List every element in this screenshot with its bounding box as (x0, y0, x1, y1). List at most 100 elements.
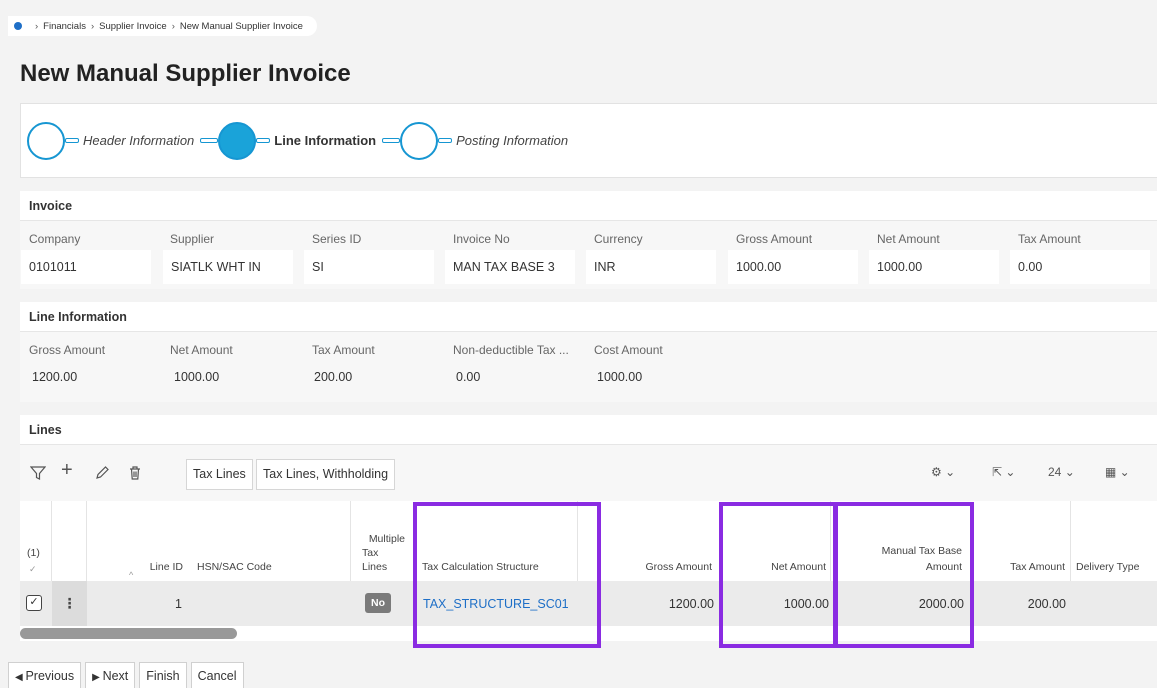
li-non-deductible-tax-value: 0.00 (456, 370, 481, 384)
selected-count: (1) (27, 547, 40, 559)
breadcrumb-financials[interactable]: Financials (43, 21, 86, 32)
step-circle-icon (27, 121, 65, 160)
li-net-amount-label: Net Amount (170, 343, 233, 357)
invoice-fields: Company 0101011 Supplier SIATLK WHT IN S… (20, 221, 1157, 289)
tax-lines-button[interactable]: Tax Lines (186, 459, 253, 490)
step-line-information[interactable]: Line Information (200, 121, 382, 160)
finish-button[interactable]: Finish (139, 662, 187, 688)
series-id-label: Series ID (312, 232, 362, 246)
li-net-amount-value: 1000.00 (174, 370, 220, 384)
page-size-select[interactable]: 24 ⌄ (1048, 465, 1075, 479)
company-label: Company (29, 232, 81, 246)
page-title: New Manual Supplier Invoice (20, 60, 351, 87)
li-gross-amount-value: 1200.00 (32, 370, 78, 384)
previous-button[interactable]: ◀ Previous (8, 662, 82, 688)
next-label: Next (102, 669, 129, 683)
column-tax-amount-label: Tax Amount (1010, 561, 1065, 573)
multiple-tax-lines-badge: No (365, 593, 391, 613)
row-menu-icon[interactable]: ⋮ (52, 581, 87, 626)
column-multiple-tax-lines[interactable]: Multiple Tax Lines (351, 501, 409, 581)
column-line-id-label: Line ID (149, 561, 183, 573)
li-cost-amount-value: 1000.00 (597, 370, 643, 384)
next-icon: ▶ (92, 672, 103, 683)
supplier-field[interactable]: SIATLK WHT IN (163, 250, 293, 284)
select-all-column[interactable]: (1) ✓ (20, 501, 52, 581)
highlight-manual-tax-base-amount (834, 502, 974, 648)
column-delivery-type[interactable]: Delivery Type (1071, 501, 1157, 581)
li-tax-amount-value: 200.00 (314, 370, 353, 384)
tax-lines-withholding-button[interactable]: Tax Lines, Withholding (256, 459, 396, 490)
li-non-deductible-tax-label: Non-deductible Tax ... (453, 343, 569, 357)
wizard-footer: ◀ Previous ▶ Next Finish Cancel (8, 662, 244, 688)
step-circle-icon (400, 121, 439, 160)
step-connector (438, 138, 453, 143)
column-multiple-label-2: Tax (362, 547, 379, 559)
breadcrumb: › Financials › Supplier Invoice › New Ma… (8, 16, 317, 36)
previous-icon: ◀ (15, 672, 26, 683)
currency-label: Currency (594, 232, 643, 246)
gross-amount-field[interactable]: 1000.00 (728, 250, 858, 284)
step-label: Header Information (83, 133, 195, 148)
net-amount-field[interactable]: 1000.00 (869, 250, 999, 284)
delete-icon[interactable] (127, 465, 143, 484)
cell-tax-amount: 200.00 (1027, 597, 1066, 611)
step-label: Line Information (274, 133, 377, 148)
row-checkbox[interactable]: ✓ (26, 595, 42, 611)
step-circle-active-icon (218, 121, 257, 160)
cancel-button[interactable]: Cancel (190, 662, 244, 688)
table-icon[interactable]: ▦ ⌄ (1105, 465, 1130, 479)
column-tax-amount[interactable]: Tax Amount (968, 501, 1071, 581)
step-connector (65, 138, 79, 143)
plus-icon[interactable]: + (61, 460, 73, 480)
currency-field[interactable]: INR (586, 250, 716, 284)
cell-gross-amount: 1200.00 (668, 597, 714, 611)
horizontal-scrollbar[interactable] (20, 628, 237, 639)
series-id-field[interactable]: SI (304, 250, 434, 284)
check-icon: ✓ (29, 564, 37, 574)
top-bar: › Financials › Supplier Invoice › New Ma… (0, 0, 1157, 42)
li-tax-amount-label: Tax Amount (312, 343, 375, 357)
invoice-no-field[interactable]: MAN TAX BASE 3 (445, 250, 575, 284)
li-cost-amount-label: Cost Amount (594, 343, 663, 357)
breadcrumb-current: New Manual Supplier Invoice (179, 20, 303, 32)
step-posting-information[interactable]: Posting Information (382, 121, 574, 160)
previous-label: Previous (25, 669, 75, 683)
lines-toolbar: + Tax Lines Tax Lines, Withholding ⚙ ⌄ ⇱… (20, 445, 1157, 501)
invoice-no-label: Invoice No (453, 232, 510, 246)
line-information-fields: Gross Amount 1200.00 Net Amount 1000.00 … (20, 332, 1157, 402)
column-hsn-label: HSN/SAC Code (197, 561, 272, 573)
page-size-value: 24 (1048, 465, 1062, 479)
tax-amount-field[interactable]: 0.00 (1010, 250, 1150, 284)
net-amount-label: Net Amount (877, 232, 940, 246)
step-label: Posting Information (456, 133, 569, 148)
settings-icon[interactable]: ⚙ ⌄ (931, 465, 955, 479)
filter-icon[interactable] (29, 465, 47, 484)
chevron-right-icon: › (90, 20, 95, 32)
column-multiple-label-1: Multiple (368, 533, 405, 545)
sort-ascending-icon[interactable]: ^ (129, 570, 133, 580)
highlight-net-amount (719, 502, 837, 648)
li-gross-amount-label: Gross Amount (29, 343, 106, 357)
step-connector (200, 138, 219, 143)
step-connector (256, 138, 271, 143)
company-field[interactable]: 0101011 (21, 250, 151, 284)
invoice-section-title: Invoice (20, 191, 1157, 221)
chevron-right-icon: › (35, 20, 39, 32)
step-connector (382, 138, 401, 143)
chevron-right-icon: › (171, 20, 175, 32)
column-hsn-sac-code[interactable]: HSN/SAC Code (187, 501, 351, 581)
lines-section-title: Lines (20, 415, 1157, 445)
column-line-id[interactable]: Line ID ^ (87, 501, 187, 581)
edit-icon[interactable] (94, 465, 110, 484)
tax-amount-label: Tax Amount (1018, 232, 1081, 246)
next-button[interactable]: ▶ Next (85, 662, 136, 688)
supplier-label: Supplier (170, 232, 215, 246)
cell-line-id: 1 (175, 597, 182, 611)
breadcrumb-supplier-invoice[interactable]: Supplier Invoice (99, 21, 167, 32)
home-icon[interactable] (14, 22, 22, 30)
step-header-information[interactable]: Header Information (27, 121, 200, 160)
gross-amount-label: Gross Amount (736, 232, 813, 246)
export-icon[interactable]: ⇱ ⌄ (992, 465, 1015, 479)
column-gross-label: Gross Amount (645, 561, 712, 573)
column-delivery-label: Delivery Type (1076, 561, 1140, 573)
